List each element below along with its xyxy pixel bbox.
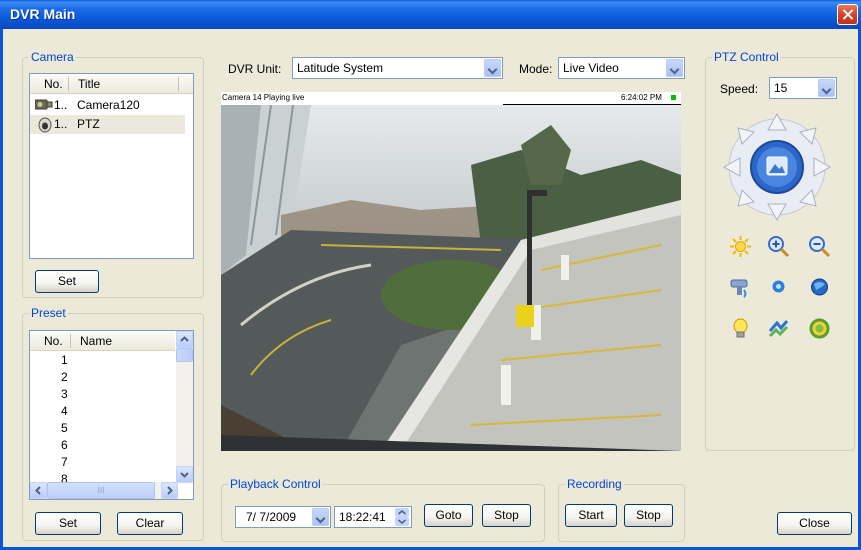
preset-legend: Preset [29,306,68,320]
chevron-right-icon [167,486,173,495]
brightness-icon[interactable] [729,235,752,258]
camera-row-title: Camera120 [77,98,140,112]
chevron-down-icon[interactable] [818,79,835,97]
preset-row[interactable]: 4 [61,404,68,418]
title-bar: DVR Main [0,0,861,29]
playback-time-spinner[interactable]: 18:22:41 [334,506,412,528]
preset-row[interactable]: 3 [61,387,68,401]
dvr-unit-value: Latitude System [297,61,384,75]
window-title: DVR Main [10,6,76,22]
ptz-legend: PTZ Control [712,50,781,64]
video-scene [221,105,681,451]
zoom-in-icon[interactable] [767,235,790,258]
playback-stop-button[interactable]: Stop [482,504,531,527]
scroll-down-button[interactable] [176,466,193,483]
camera-col-no[interactable]: No. [44,77,63,91]
live-video-view[interactable] [221,105,681,451]
hscroll-thumb[interactable]: III [47,482,155,499]
preset-row[interactable]: 1 [61,353,68,367]
camera-col-title[interactable]: Title [78,77,100,91]
goto-button[interactable]: Goto [424,504,473,527]
focus-near-icon[interactable] [767,275,790,298]
scroll-up-button[interactable] [176,331,193,348]
chevron-down-icon[interactable] [666,59,683,77]
camera-row-selected[interactable]: 1.. PTZ [30,115,185,134]
light-icon[interactable] [729,317,752,340]
chevron-up-icon [180,336,189,342]
scroll-right-button[interactable] [161,482,178,499]
camera-legend: Camera [29,50,76,64]
focus-far-icon[interactable] [808,275,831,298]
preset-clear-button[interactable]: Clear [117,512,183,535]
preset-vscrollbar[interactable] [176,331,193,483]
ptz-speed-value: 15 [774,81,788,95]
hscroll-grip: III [97,486,105,495]
dvr-unit-select[interactable]: Latitude System [292,57,503,79]
scroll-left-button[interactable] [30,482,47,499]
playback-date: 7/ 7/2009 [246,510,297,524]
chevron-down-icon [180,472,189,478]
ptz-direction-pad[interactable] [722,112,832,222]
ptz-camera-icon [38,117,52,133]
zoom-out-icon[interactable] [808,235,831,258]
recording-stop-button[interactable]: Stop [624,504,673,527]
spinner-icon[interactable] [395,508,409,526]
preset-col-no[interactable]: No. [44,334,63,348]
preset-row[interactable]: 5 [61,421,68,435]
playback-legend: Playback Control [228,477,323,491]
window-close-button[interactable] [837,4,858,25]
camera-row-no: 1.. [54,98,68,112]
calendar-dropdown-icon[interactable] [312,508,329,526]
video-caption: Camera 14 Playing live [222,93,305,102]
video-time: 6:24:02 PM [621,93,662,102]
chevron-left-icon [35,486,41,495]
mode-label: Mode: [519,62,553,76]
dvr-unit-label: DVR Unit: [228,62,282,76]
chevron-down-icon[interactable] [484,59,501,77]
camera-row-no: 1.. [54,117,68,131]
scroll-thumb[interactable] [176,348,193,362]
camera-list[interactable]: No. Title 1.. Camera120 1.. PTZ [29,73,194,259]
camera-row-title: PTZ [77,117,100,131]
mode-value: Live Video [563,61,619,75]
auto-pan-icon[interactable] [767,317,790,340]
camera-icon [35,99,53,110]
video-caption-bar: Camera 14 Playing live 6:24:02 PM [221,92,681,105]
camera-list-header: No. Title [30,74,193,94]
preset-list-header: No. Name [30,331,175,351]
preset-hscrollbar[interactable]: III [30,482,178,499]
preset-list[interactable]: No. Name 1 2 3 4 5 6 7 8 III [29,330,194,500]
preset-row[interactable]: 2 [61,370,68,384]
preset-set-button[interactable]: Set [35,512,101,535]
video-status-indicator [671,95,676,100]
recording-start-button[interactable]: Start [565,504,617,527]
mode-select[interactable]: Live Video [558,57,685,79]
preset-row[interactable]: 6 [61,438,68,452]
wiper-icon[interactable] [729,275,752,298]
ptz-speed-select[interactable]: 15 [769,77,837,99]
recording-legend: Recording [565,477,624,491]
playback-time: 18:22:41 [339,510,386,524]
preset-col-name[interactable]: Name [80,334,112,348]
camera-set-button[interactable]: Set [35,270,99,293]
close-button[interactable]: Close [777,512,852,535]
playback-date-picker[interactable]: 7/ 7/2009 [235,506,331,528]
ptz-speed-label: Speed: [720,82,759,96]
preset-row[interactable]: 7 [61,455,68,469]
camera-row[interactable]: 1.. Camera120 [30,96,193,115]
refresh-icon[interactable] [808,317,831,340]
